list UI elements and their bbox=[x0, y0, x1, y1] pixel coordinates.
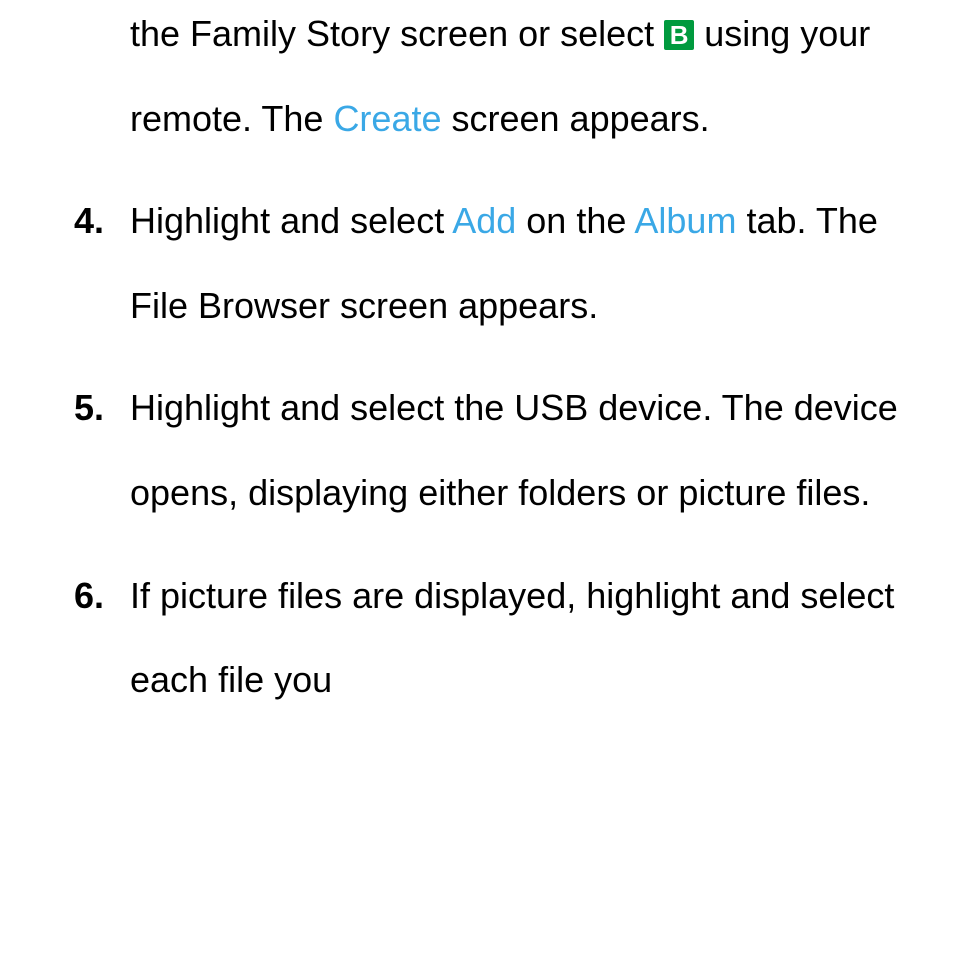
step-body: the Family Story screen or select B usin… bbox=[130, 0, 914, 161]
step-6: 6. If picture files are displayed, highl… bbox=[40, 554, 914, 723]
text-run: Highlight and select bbox=[130, 200, 452, 241]
step-body: Highlight and select Add on the Album ta… bbox=[130, 179, 914, 348]
step-number: 4. bbox=[74, 179, 104, 264]
step-5: 5. Highlight and select the USB device. … bbox=[40, 366, 914, 535]
step-number: 5. bbox=[74, 366, 104, 451]
step-body: If picture files are displayed, highligh… bbox=[130, 554, 914, 723]
text-run: Highlight and select the USB device. The… bbox=[130, 387, 898, 513]
highlight-term: Create bbox=[333, 98, 441, 139]
highlight-term: Album bbox=[634, 200, 736, 241]
step-body: Highlight and select the USB device. The… bbox=[130, 366, 914, 535]
highlight-term: Add bbox=[452, 200, 516, 241]
step-4: 4. Highlight and select Add on the Album… bbox=[40, 179, 914, 348]
text-run: the Family Story screen or select bbox=[130, 13, 664, 54]
manual-page: the Family Story screen or select B usin… bbox=[0, 0, 954, 723]
step-continuation: the Family Story screen or select B usin… bbox=[40, 0, 914, 161]
b-button-icon: B bbox=[664, 20, 694, 50]
step-number: 6. bbox=[74, 554, 104, 639]
text-run: screen appears. bbox=[442, 98, 710, 139]
text-run: on the bbox=[516, 200, 634, 241]
text-run: If picture files are displayed, highligh… bbox=[130, 575, 894, 701]
